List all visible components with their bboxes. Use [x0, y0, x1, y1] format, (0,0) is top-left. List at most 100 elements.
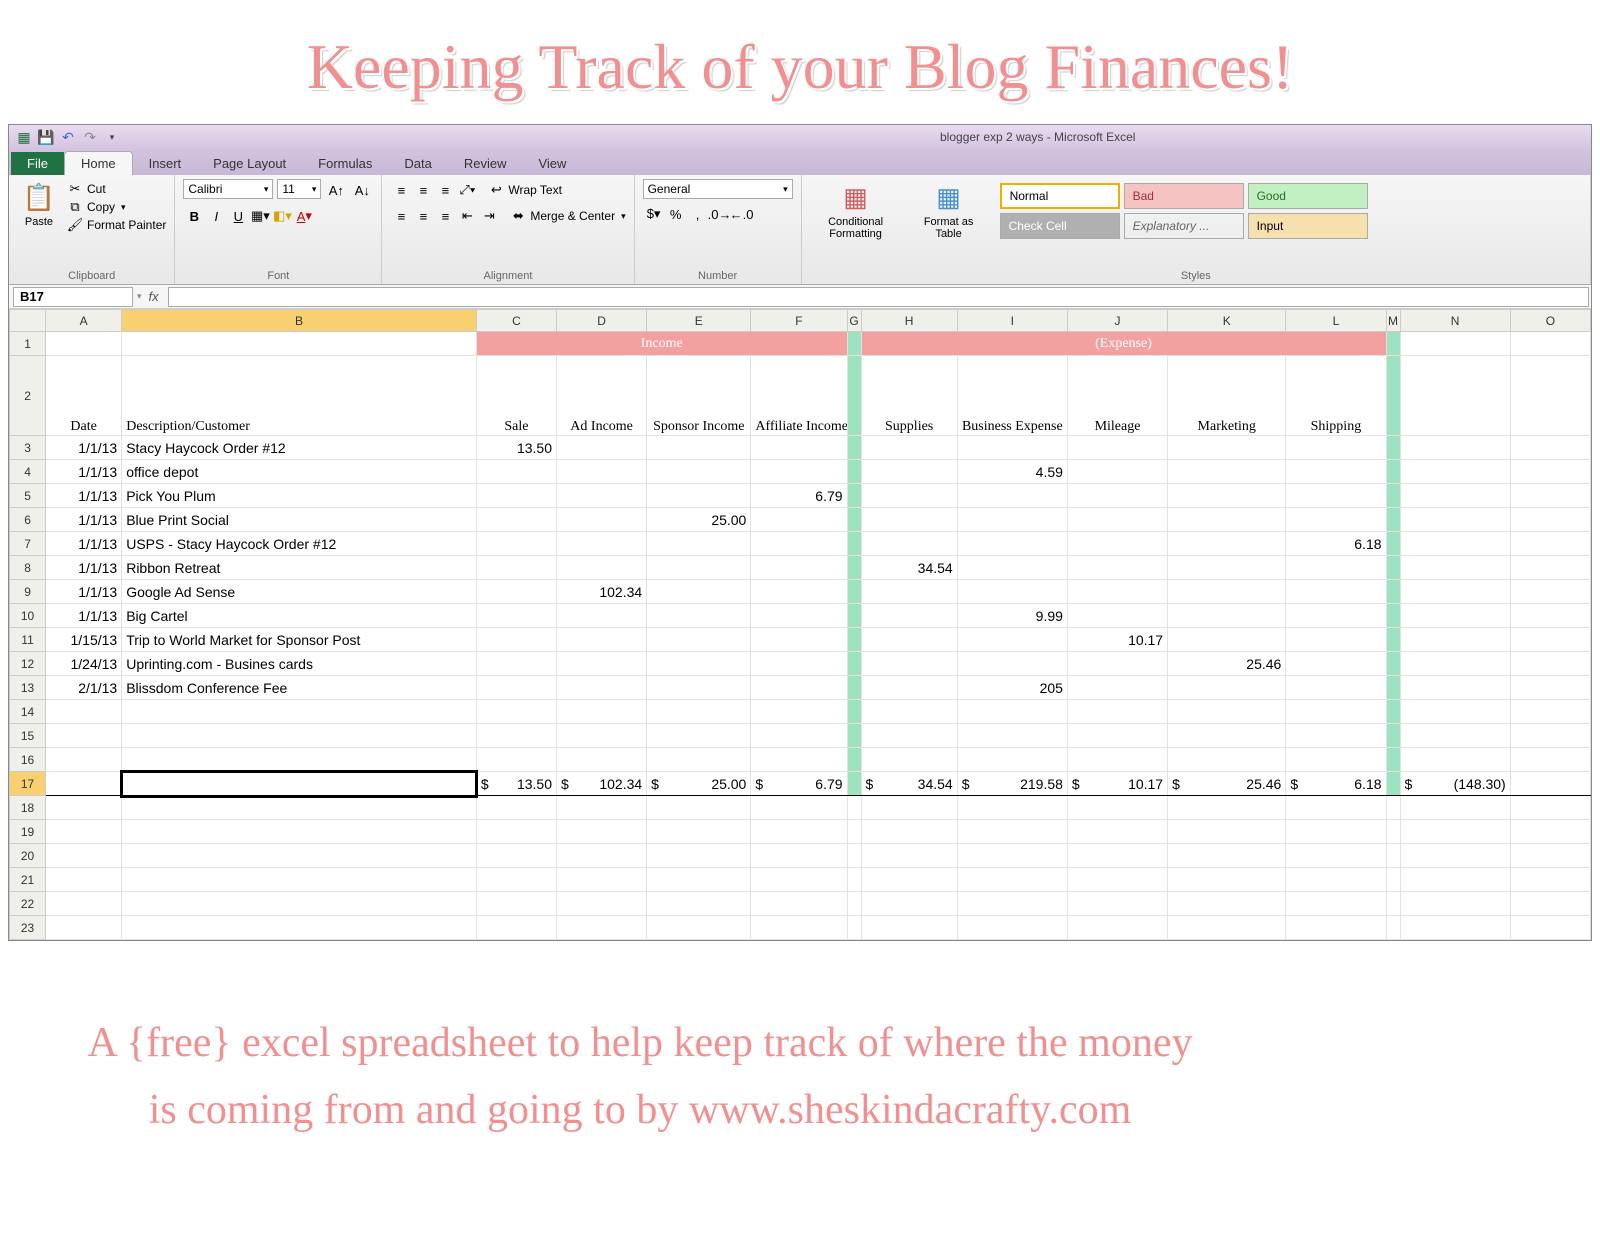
- cell-affiliate[interactable]: [751, 652, 847, 676]
- cell-supplies[interactable]: [861, 508, 957, 532]
- row-header-14[interactable]: 14: [10, 700, 46, 724]
- cell-mileage[interactable]: [1067, 676, 1167, 700]
- cell-mkt[interactable]: [1168, 460, 1286, 484]
- cell-mkt[interactable]: 25.46: [1168, 652, 1286, 676]
- cell-mileage[interactable]: [1067, 460, 1167, 484]
- cell-supplies[interactable]: [861, 484, 957, 508]
- total-cell[interactable]: $6.79: [751, 772, 847, 796]
- cell-ad[interactable]: [557, 460, 647, 484]
- cell-sale[interactable]: [476, 628, 556, 652]
- currency-icon[interactable]: $▾: [643, 203, 665, 225]
- comma-icon[interactable]: ,: [687, 203, 709, 225]
- undo-icon[interactable]: ↶: [59, 128, 77, 146]
- cell-mileage[interactable]: [1067, 652, 1167, 676]
- total-net[interactable]: $(148.30): [1400, 772, 1510, 796]
- cell-mkt[interactable]: [1168, 676, 1286, 700]
- tab-view[interactable]: View: [522, 152, 582, 175]
- bold-button[interactable]: B: [183, 205, 205, 227]
- total-cell[interactable]: $13.50: [476, 772, 556, 796]
- cell-bizexp[interactable]: [957, 484, 1067, 508]
- cell-bizexp[interactable]: [957, 532, 1067, 556]
- percent-icon[interactable]: %: [665, 203, 687, 225]
- total-cell[interactable]: $25.46: [1168, 772, 1286, 796]
- cell-bizexp[interactable]: [957, 628, 1067, 652]
- column-header-A[interactable]: A: [46, 310, 122, 332]
- row-header-20[interactable]: 20: [10, 844, 46, 868]
- tab-formulas[interactable]: Formulas: [302, 152, 388, 175]
- cell-date[interactable]: 2/1/13: [46, 676, 122, 700]
- row-header-8[interactable]: 8: [10, 556, 46, 580]
- cell-affiliate[interactable]: [751, 628, 847, 652]
- format-painter-button[interactable]: 🖌Format Painter: [67, 217, 166, 233]
- italic-button[interactable]: I: [205, 205, 227, 227]
- cell-date[interactable]: 1/1/13: [46, 508, 122, 532]
- cell-ad[interactable]: [557, 436, 647, 460]
- cell-desc[interactable]: Blue Print Social: [122, 508, 477, 532]
- cell-affiliate[interactable]: 6.79: [751, 484, 847, 508]
- style-good[interactable]: Good: [1248, 183, 1368, 209]
- cell-mkt[interactable]: [1168, 556, 1286, 580]
- cell-sale[interactable]: [476, 484, 556, 508]
- cell-bizexp[interactable]: [957, 556, 1067, 580]
- increase-indent-icon[interactable]: ⇥: [478, 205, 500, 227]
- style-check-cell[interactable]: Check Cell: [1000, 213, 1120, 239]
- cell-desc[interactable]: Uprinting.com - Busines cards: [122, 652, 477, 676]
- column-header-I[interactable]: I: [957, 310, 1067, 332]
- cell-ad[interactable]: [557, 628, 647, 652]
- cell-desc[interactable]: office depot: [122, 460, 477, 484]
- cell-ad[interactable]: [557, 532, 647, 556]
- align-right-icon[interactable]: ≡: [434, 205, 456, 227]
- cell-ship[interactable]: [1286, 508, 1386, 532]
- formula-bar[interactable]: [168, 287, 1589, 307]
- cell-ship[interactable]: [1286, 556, 1386, 580]
- row-header-5[interactable]: 5: [10, 484, 46, 508]
- decrease-indent-icon[interactable]: ⇤: [456, 205, 478, 227]
- number-format-select[interactable]: General▾: [643, 179, 793, 199]
- tab-file[interactable]: File: [11, 152, 64, 175]
- cell-date[interactable]: 1/1/13: [46, 460, 122, 484]
- row-header-18[interactable]: 18: [10, 796, 46, 820]
- cell-sponsor[interactable]: [647, 652, 751, 676]
- total-cell[interactable]: $6.18: [1286, 772, 1386, 796]
- cell-sale[interactable]: [476, 508, 556, 532]
- fill-color-button[interactable]: ◧▾: [271, 205, 293, 227]
- cell-mileage[interactable]: [1067, 532, 1167, 556]
- cell-sponsor[interactable]: [647, 436, 751, 460]
- cell-desc[interactable]: Pick You Plum: [122, 484, 477, 508]
- cell-ship[interactable]: [1286, 460, 1386, 484]
- cell-desc[interactable]: Google Ad Sense: [122, 580, 477, 604]
- cell-mkt[interactable]: [1168, 484, 1286, 508]
- row-header-6[interactable]: 6: [10, 508, 46, 532]
- cell-date[interactable]: 1/1/13: [46, 580, 122, 604]
- cell-sponsor[interactable]: [647, 460, 751, 484]
- border-button[interactable]: ▦▾: [249, 205, 271, 227]
- cell-sale[interactable]: [476, 580, 556, 604]
- column-header-G[interactable]: G: [847, 310, 861, 332]
- cell-styles-gallery[interactable]: Normal Bad Good Check Cell Explanatory .…: [996, 179, 1372, 243]
- cell-affiliate[interactable]: [751, 460, 847, 484]
- underline-button[interactable]: U: [227, 205, 249, 227]
- cell-date[interactable]: 1/24/13: [46, 652, 122, 676]
- cell-desc[interactable]: Ribbon Retreat: [122, 556, 477, 580]
- cell-sponsor[interactable]: [647, 604, 751, 628]
- cell-supplies[interactable]: [861, 604, 957, 628]
- cell-ship[interactable]: [1286, 580, 1386, 604]
- cell-mkt[interactable]: [1168, 628, 1286, 652]
- orientation-icon[interactable]: ⤢▾: [456, 179, 478, 201]
- column-header-H[interactable]: H: [861, 310, 957, 332]
- cell-mkt[interactable]: [1168, 580, 1286, 604]
- cell-ship[interactable]: [1286, 652, 1386, 676]
- cell-supplies[interactable]: [861, 436, 957, 460]
- column-header-L[interactable]: L: [1286, 310, 1386, 332]
- tab-review[interactable]: Review: [448, 152, 523, 175]
- cell-sale[interactable]: [476, 676, 556, 700]
- cell-sale[interactable]: [476, 604, 556, 628]
- merge-center-button[interactable]: ⬌Merge & Center▾: [510, 207, 625, 225]
- font-size-select[interactable]: 11▾: [277, 179, 321, 199]
- align-bottom-icon[interactable]: ≡: [434, 179, 456, 201]
- cell-desc[interactable]: Trip to World Market for Sponsor Post: [122, 628, 477, 652]
- cell-ad[interactable]: [557, 508, 647, 532]
- cell-bizexp[interactable]: [957, 652, 1067, 676]
- cell-affiliate[interactable]: [751, 508, 847, 532]
- cell-affiliate[interactable]: [751, 676, 847, 700]
